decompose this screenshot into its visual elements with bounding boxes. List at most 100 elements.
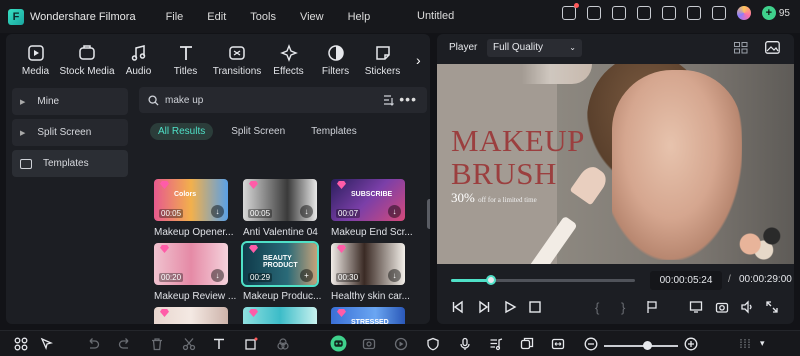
download-icon[interactable]: ↓ — [300, 205, 313, 218]
chevron-right-icon[interactable]: › — [416, 52, 421, 68]
snapshot-button[interactable] — [715, 300, 729, 317]
sidebar-item-mine[interactable]: ▶ Mine — [12, 88, 128, 115]
play-pause-button[interactable] — [477, 300, 491, 317]
zoom-slider-handle[interactable] — [642, 341, 652, 350]
playback-speed-button[interactable] — [394, 337, 408, 354]
mark-out-icon[interactable]: } — [621, 300, 625, 315]
tab-titles[interactable]: Titles — [162, 44, 209, 77]
template-card[interactable]: SUBSCRIBE 00:07 ↓ Makeup End Scr... — [331, 179, 413, 238]
send-icon[interactable] — [586, 6, 601, 20]
quality-select[interactable]: Full Quality ⌄ — [487, 39, 582, 57]
template-card[interactable]: 00:30 ↓ Healthy skin car... — [331, 243, 410, 302]
record-voice-button[interactable] — [458, 337, 472, 354]
crop-button[interactable] — [244, 337, 258, 354]
add-to-timeline-icon[interactable]: + — [300, 269, 313, 282]
sidebar-item-split-screen[interactable]: ▶ Split Screen — [12, 119, 128, 146]
play-button[interactable] — [503, 300, 517, 317]
subtab-split-screen[interactable]: Split Screen — [223, 123, 293, 140]
template-card[interactable]: 00:15↓ — [243, 307, 321, 324]
grid-apps-icon[interactable] — [711, 6, 726, 20]
chevron-down-icon[interactable]: ▾ — [760, 338, 765, 349]
display-settings-button[interactable] — [689, 300, 703, 317]
menu-tools[interactable]: Tools — [250, 11, 276, 23]
monitor-icon[interactable] — [611, 6, 626, 20]
template-thumbnail[interactable]: STRESSED AND TIGHTER00:20↓ — [331, 307, 405, 324]
template-card[interactable]: Colors 00:05 ↓ Makeup Opener... — [154, 179, 234, 238]
subtab-all-results[interactable]: All Results — [150, 123, 214, 140]
progress-handle[interactable] — [486, 275, 497, 285]
track-height-button[interactable] — [738, 337, 752, 354]
zoom-out-button[interactable] — [584, 337, 598, 354]
template-thumbnail[interactable]: BEAUTY PRODUCT 00:29 + — [241, 241, 319, 287]
more-options-icon[interactable]: ••• — [399, 91, 417, 107]
undo-button[interactable] — [86, 337, 100, 354]
cloud-upload-icon[interactable] — [661, 6, 676, 20]
split-button[interactable] — [182, 337, 196, 354]
premium-gem-icon — [249, 181, 258, 189]
template-thumbnail[interactable]: 00:05 ↓ — [243, 179, 317, 221]
menu-help[interactable]: Help — [348, 11, 371, 23]
volume-button[interactable] — [740, 300, 754, 317]
template-name: Anti Valentine 04 — [243, 227, 318, 238]
template-thumbnail[interactable]: 00:04↓ — [154, 307, 228, 324]
layout-grid-button[interactable] — [14, 337, 28, 354]
save-icon[interactable] — [636, 6, 651, 20]
tab-filters[interactable]: Filters — [312, 44, 359, 77]
color-button[interactable] — [276, 337, 290, 354]
download-icon[interactable]: ↓ — [211, 269, 224, 282]
template-thumbnail[interactable]: 00:30 ↓ — [331, 243, 405, 285]
playback-progress-bar[interactable] — [451, 275, 635, 285]
tab-stock-media[interactable]: Stock Media — [59, 44, 115, 77]
grid-view-icon[interactable] — [734, 42, 748, 54]
template-card[interactable]: 00:05 ↓ Anti Valentine 04 — [243, 179, 321, 238]
stop-button[interactable] — [528, 300, 542, 317]
zoom-in-button[interactable] — [684, 337, 698, 354]
menu-edit[interactable]: Edit — [207, 11, 226, 23]
template-card[interactable]: BEAUTY PRODUCT 00:29 + Makeup Produc... — [241, 241, 321, 302]
template-thumbnail[interactable]: Colors 00:05 ↓ — [154, 179, 228, 221]
search-input[interactable] — [165, 94, 355, 106]
template-card[interactable]: STRESSED AND TIGHTER00:20↓ — [331, 307, 409, 324]
mark-in-icon[interactable]: { — [595, 300, 599, 315]
menu-file[interactable]: File — [166, 11, 184, 23]
template-thumbnail[interactable]: SUBSCRIBE 00:07 ↓ — [331, 179, 405, 221]
zoom-slider[interactable] — [604, 341, 678, 350]
download-icon[interactable]: ↓ — [388, 205, 401, 218]
tab-transitions[interactable]: Transitions — [209, 44, 265, 77]
marker-dropdown[interactable] — [645, 300, 659, 317]
template-thumbnail[interactable]: 00:15↓ — [243, 307, 317, 324]
filter-icon[interactable] — [383, 94, 395, 106]
delete-button[interactable] — [150, 337, 164, 354]
tab-media[interactable]: Media — [12, 44, 59, 77]
scene-detection-button[interactable] — [520, 337, 534, 354]
mask-button[interactable] — [426, 337, 440, 354]
scrollbar-thumb[interactable] — [427, 199, 430, 229]
coin-plus-icon[interactable]: + — [761, 6, 776, 20]
redo-button[interactable] — [118, 337, 132, 354]
tab-effects[interactable]: Effects — [265, 44, 312, 77]
ai-face-button[interactable] — [330, 335, 347, 355]
select-tool-button[interactable] — [40, 337, 54, 354]
headset-icon[interactable] — [686, 6, 701, 20]
tab-audio[interactable]: Audio — [115, 44, 162, 77]
download-icon[interactable]: ↓ — [388, 269, 401, 282]
add-text-button[interactable] — [212, 337, 226, 354]
gift-icon[interactable] — [561, 3, 579, 20]
menu-view[interactable]: View — [300, 11, 324, 23]
fit-timeline-button[interactable] — [551, 337, 565, 354]
prev-frame-button[interactable] — [451, 300, 465, 317]
tab-stickers[interactable]: Stickers — [359, 44, 406, 77]
snapshot-image-icon[interactable] — [765, 41, 780, 54]
download-icon[interactable]: ↓ — [211, 205, 224, 218]
fullscreen-button[interactable] — [765, 300, 779, 317]
audio-mixer-button[interactable] — [489, 337, 503, 354]
bars-icon — [740, 339, 750, 349]
template-card[interactable]: 00:04↓ — [154, 307, 232, 324]
template-thumbnail[interactable]: 00:20 ↓ — [154, 243, 228, 285]
template-card[interactable]: 00:20 ↓ Makeup Review ... — [154, 243, 236, 302]
video-preview[interactable]: MAKEUP BRUSH 30% off for a limited time — [437, 64, 794, 264]
sidebar-item-templates[interactable]: Templates — [12, 150, 128, 177]
subtab-templates[interactable]: Templates — [303, 123, 365, 140]
ai-image-button[interactable] — [362, 337, 376, 354]
avatar[interactable] — [736, 6, 751, 20]
